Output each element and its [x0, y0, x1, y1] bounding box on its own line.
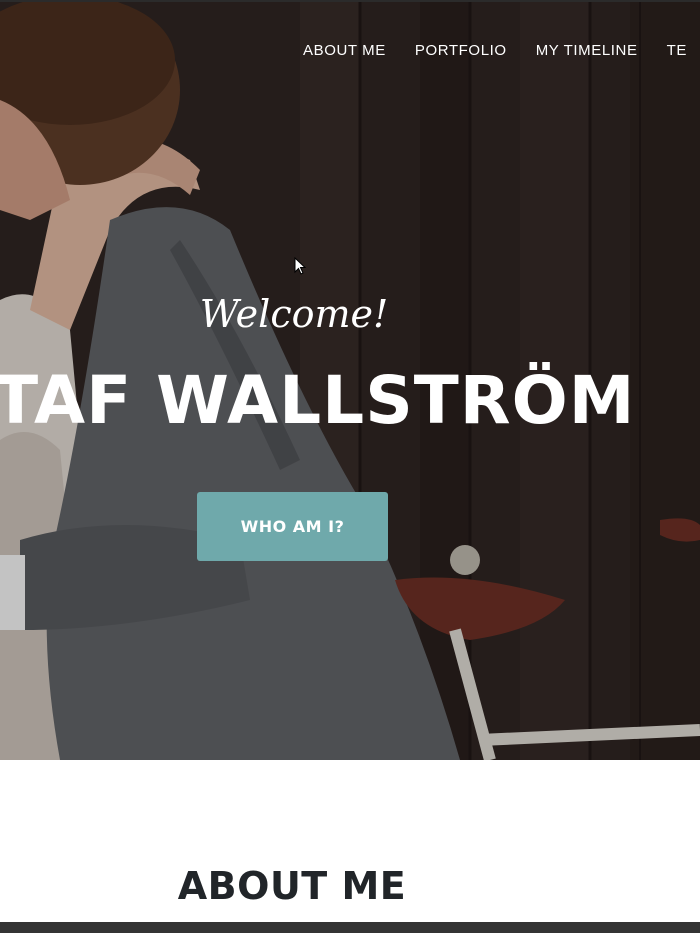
mouse-cursor-icon — [294, 257, 307, 275]
hero-name-heading: STAF WALLSTRÖM — [0, 362, 636, 439]
window-top-border — [0, 0, 700, 2]
nav-item-truncated[interactable]: TE — [667, 42, 687, 59]
nav-item-about-me[interactable]: ABOUT ME — [303, 42, 386, 59]
hero-section: ABOUT ME PORTFOLIO MY TIMELINE TE Welcom… — [0, 0, 700, 760]
about-section: ABOUT ME — [0, 760, 700, 923]
nav-item-portfolio[interactable]: PORTFOLIO — [415, 42, 507, 59]
bottom-bar — [0, 922, 700, 933]
who-am-i-button[interactable]: WHO AM I? — [197, 492, 388, 561]
about-section-title: ABOUT ME — [177, 864, 407, 908]
main-navigation: ABOUT ME PORTFOLIO MY TIMELINE TE — [303, 42, 700, 59]
page: ABOUT ME PORTFOLIO MY TIMELINE TE Welcom… — [0, 0, 700, 933]
hero-welcome-text: Welcome! — [199, 292, 389, 336]
nav-item-my-timeline[interactable]: MY TIMELINE — [536, 42, 638, 59]
